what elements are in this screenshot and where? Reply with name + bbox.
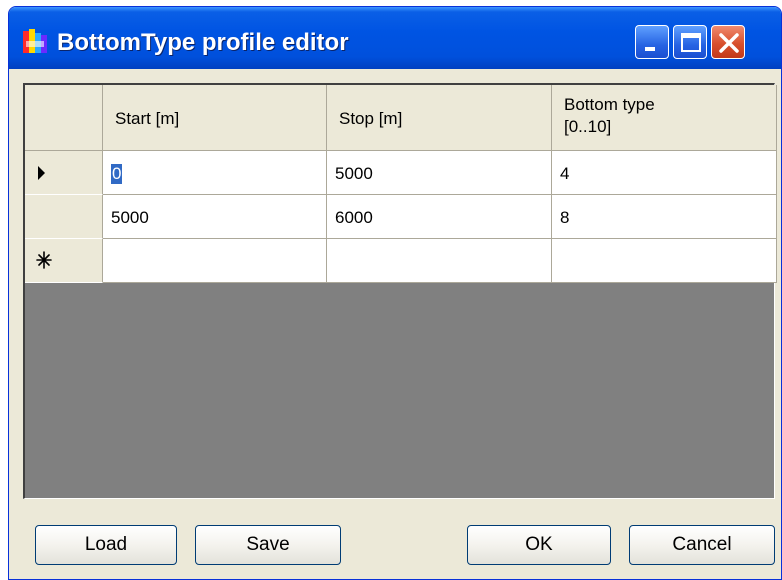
current-row-arrow-icon [38, 166, 45, 180]
save-button[interactable]: Save [195, 525, 341, 565]
cell-row1-start[interactable]: 0 [103, 151, 327, 195]
bottomtype-profile-editor-window: BottomType profile editor Start [m] Stop… [8, 6, 782, 580]
row-header-current[interactable] [25, 151, 103, 195]
maximize-icon [681, 33, 701, 52]
ok-button[interactable]: OK [467, 525, 611, 565]
cell-new-bottom-type[interactable] [552, 239, 777, 283]
cell-row2-stop[interactable]: 6000 [327, 195, 552, 239]
title-bar[interactable]: BottomType profile editor [9, 7, 781, 69]
column-header-start[interactable]: Start [m] [103, 85, 327, 151]
load-button[interactable]: Load [35, 525, 177, 565]
row-header[interactable] [25, 195, 103, 239]
cell-row2-bottom-type-value: 8 [560, 208, 570, 227]
cancel-button[interactable]: Cancel [629, 525, 775, 565]
cell-row2-stop-value: 6000 [335, 208, 373, 227]
cell-new-stop[interactable] [327, 239, 552, 283]
column-header-bottom-type[interactable]: Bottom type [0..10] [552, 85, 777, 151]
column-header-stop-label: Stop [m] [339, 109, 403, 128]
cell-row1-start-value: 0 [111, 164, 123, 184]
column-header-bottom-type-line1: Bottom type [564, 95, 655, 114]
bottom-type-data-grid[interactable]: Start [m] Stop [m] Bottom type [0..10] 0… [23, 83, 777, 499]
cell-row1-bottom-type[interactable]: 4 [552, 151, 777, 195]
column-header-start-label: Start [m] [115, 109, 180, 128]
app-icon [23, 29, 47, 53]
minimize-button[interactable] [635, 25, 669, 59]
cell-row2-start[interactable]: 5000 [103, 195, 327, 239]
cell-row1-bottom-type-value: 4 [560, 164, 570, 183]
cell-row2-bottom-type[interactable]: 8 [552, 195, 777, 239]
cell-new-start[interactable] [103, 239, 327, 283]
column-header-bottom-type-line2: [0..10] [564, 117, 612, 136]
row-header-new[interactable] [25, 239, 103, 283]
selected-text: 0 [111, 164, 123, 184]
cell-row2-start-value: 5000 [111, 208, 149, 227]
window-title: BottomType profile editor [57, 29, 349, 56]
maximize-button[interactable] [673, 25, 707, 59]
close-icon [719, 33, 739, 53]
column-header-stop[interactable]: Stop [m] [327, 85, 552, 151]
cell-row1-stop[interactable]: 5000 [327, 151, 552, 195]
new-row-asterisk-icon [36, 251, 52, 269]
grid-corner-header [25, 85, 103, 151]
minimize-icon [645, 47, 655, 51]
cell-row1-stop-value: 5000 [335, 164, 373, 183]
close-button[interactable] [711, 25, 745, 59]
